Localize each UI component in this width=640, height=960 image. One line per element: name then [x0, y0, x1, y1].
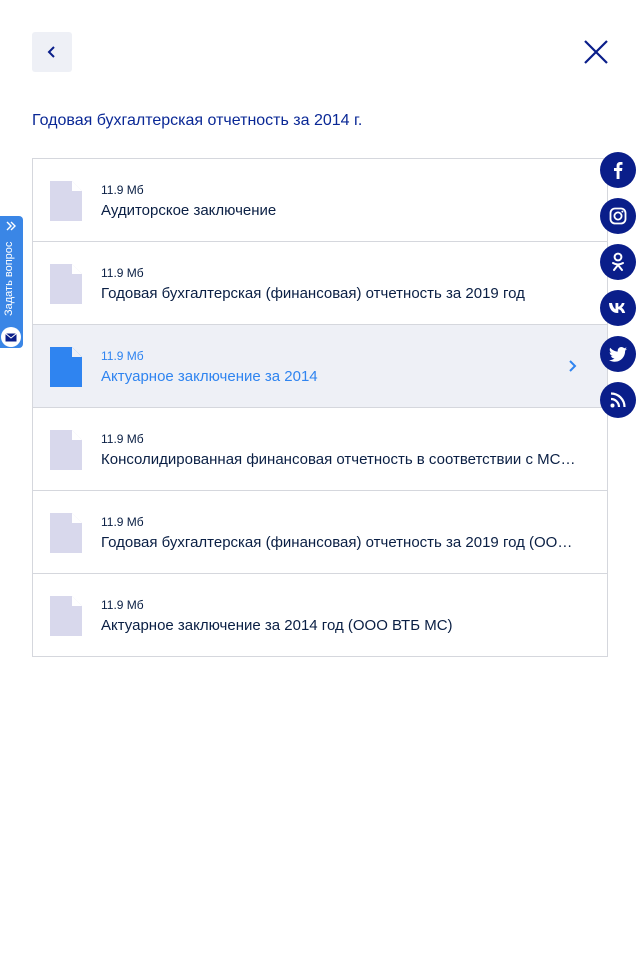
mail-badge — [1, 327, 21, 347]
file-icon — [50, 596, 82, 636]
document-item[interactable]: 11.9 Мб Годовая бухгалтерская (финансова… — [33, 491, 607, 574]
document-name[interactable]: Актуарное заключение за 2014 — [101, 368, 579, 385]
document-item[interactable]: 11.9 Мб Консолидированная финансовая отч… — [33, 408, 607, 491]
back-button[interactable] — [32, 32, 72, 72]
file-icon — [50, 264, 82, 304]
file-icon — [50, 513, 82, 553]
document-size: 11.9 Мб — [101, 183, 144, 197]
document-size: 11.9 Мб — [101, 349, 144, 363]
close-icon — [584, 40, 608, 64]
document-size: 11.9 Мб — [101, 515, 144, 529]
facebook-button[interactable] — [600, 152, 636, 188]
vk-button[interactable] — [600, 290, 636, 326]
facebook-icon — [614, 162, 623, 179]
document-item[interactable]: 11.9 Мб Актуарное заключение за 2014 год… — [33, 574, 607, 656]
file-icon — [50, 181, 82, 221]
document-list: 11.9 Мб Аудиторское заключение 11.9 Мб Г… — [32, 158, 608, 657]
chevron-left-icon — [47, 46, 55, 58]
twitter-icon — [609, 346, 627, 362]
social-bar — [600, 152, 636, 428]
odnoklassniki-icon — [612, 252, 624, 271]
document-item[interactable]: 11.9 Мб Аудиторское заключение — [33, 159, 607, 242]
document-name[interactable]: Консолидированная финансовая отчетность … — [101, 451, 579, 468]
twitter-button[interactable] — [600, 336, 636, 372]
page-title: Годовая бухгалтерская отчетность за 2014… — [32, 112, 363, 129]
vk-icon — [609, 303, 626, 313]
document-name[interactable]: Аудиторское заключение — [101, 202, 579, 219]
rss-icon — [610, 392, 626, 408]
document-size: 11.9 Мб — [101, 598, 144, 612]
instagram-button[interactable] — [600, 198, 636, 234]
document-name[interactable]: Годовая бухгалтерская (финансовая) отчет… — [101, 534, 579, 551]
document-size: 11.9 Мб — [101, 266, 144, 280]
instagram-icon — [609, 207, 627, 225]
ask-question-label[interactable]: Задать вопрос — [3, 226, 19, 316]
mail-icon — [5, 332, 17, 341]
chevron-right-icon[interactable] — [566, 360, 578, 372]
file-icon — [50, 347, 82, 387]
odnoklassniki-button[interactable] — [600, 244, 636, 280]
ask-question-widget[interactable]: Задать вопрос — [0, 216, 23, 348]
document-size: 11.9 Мб — [101, 432, 144, 446]
document-item[interactable]: 11.9 Мб Годовая бухгалтерская (финансова… — [33, 242, 607, 325]
file-icon — [50, 430, 82, 470]
document-name[interactable]: Актуарное заключение за 2014 год (ООО ВТ… — [101, 617, 579, 634]
close-button[interactable] — [580, 36, 612, 68]
document-item-active[interactable]: 11.9 Мб Актуарное заключение за 2014 — [33, 325, 607, 408]
rss-button[interactable] — [600, 382, 636, 418]
document-name[interactable]: Годовая бухгалтерская (финансовая) отчет… — [101, 285, 579, 302]
